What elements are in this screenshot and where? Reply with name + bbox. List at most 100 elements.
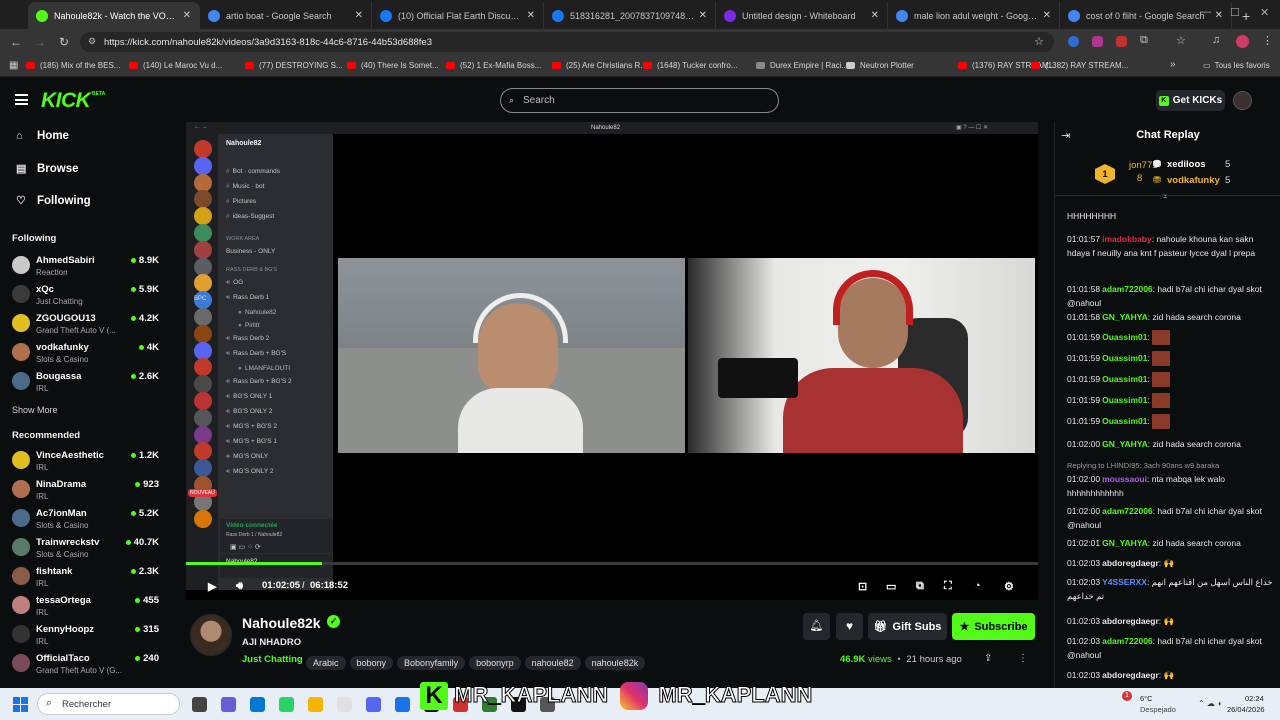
channel-item[interactable]: Trainwreckstv Slots & Casino 40.7K <box>12 536 162 564</box>
subscribe-button[interactable]: ★ Subscribe <box>952 613 1035 640</box>
chat-username[interactable]: Ouassim01 <box>1102 353 1147 363</box>
bookmark-item[interactable]: Neutron Plotter <box>846 61 914 70</box>
chat-username[interactable]: GN_YAHYA <box>1102 538 1148 548</box>
file-explorer-icon[interactable] <box>308 697 323 712</box>
menu-icon[interactable]: ⋮ <box>1262 34 1273 47</box>
bookmark-item[interactable]: (52) 1 Ex-Mafia Boss... <box>446 61 541 70</box>
settings-icon[interactable]: ⚙ <box>1004 580 1014 593</box>
bookmark-star-icon[interactable]: ☆ <box>1034 35 1044 48</box>
bookmark-item[interactable]: (1648) Tucker confro... <box>643 61 737 70</box>
close-tab-icon[interactable]: ✕ <box>871 10 879 21</box>
browser-tab[interactable]: artio boat - Google Search ✕ <box>200 2 372 29</box>
channel-item[interactable]: VinceAesthetic IRL 1.2K <box>12 449 162 477</box>
nav-home[interactable]: ⌂ Home <box>16 130 69 142</box>
weather-temp[interactable]: 6°C <box>1140 694 1153 703</box>
bookmark-item[interactable]: Durex Empire | Raci... <box>756 61 848 70</box>
extensions-puzzle-icon[interactable]: ⧉ <box>1140 34 1148 47</box>
channel-avatar[interactable] <box>190 614 232 656</box>
copilot-icon[interactable] <box>221 697 236 712</box>
extension-icon[interactable] <box>1068 36 1079 47</box>
channel-item[interactable]: AhmedSabiri Reaction 8.9K <box>12 254 162 282</box>
chat-username[interactable]: Ouassim01 <box>1102 395 1147 405</box>
channel-item[interactable]: KennyHoopz IRL 315 <box>12 623 162 651</box>
expand-icon[interactable]: ⩡ <box>1163 192 1168 202</box>
get-kicks-button[interactable]: K Get KICKs <box>1156 90 1225 111</box>
store-icon[interactable] <box>337 697 352 712</box>
media-icon[interactable]: ♫ <box>1212 34 1220 46</box>
favorites-icon[interactable]: ☆ <box>1176 34 1186 47</box>
profile-avatar[interactable] <box>1236 35 1249 48</box>
channel-name[interactable]: Nahoule82k <box>242 615 321 631</box>
bookmark-item[interactable]: (40) There Is Somet... <box>347 61 439 70</box>
channel-item[interactable]: xQc Just Chatting 5.9K <box>12 283 162 311</box>
maximize-icon[interactable]: ☐ <box>1230 6 1240 19</box>
chat-username[interactable]: adam722006 <box>1102 636 1153 646</box>
browser-tab[interactable]: (10) Official Flat Earth Discussio ✕ <box>372 2 544 29</box>
close-tab-icon[interactable]: ✕ <box>1043 10 1051 21</box>
show-more-link[interactable]: Show More <box>12 405 58 415</box>
browser-tab[interactable]: male lion adul weight - Google S ✕ <box>888 2 1060 29</box>
search-input[interactable]: ⌕ Search <box>500 88 779 113</box>
bookmark-item[interactable]: (77) DESTROYING S... <box>245 61 343 70</box>
user-avatar[interactable] <box>1233 91 1252 110</box>
bookmark-item[interactable]: (25) Are Christians R... <box>552 61 647 70</box>
chat-username[interactable]: Ouassim01 <box>1102 416 1147 426</box>
nav-browse[interactable]: ▤ Browse <box>16 162 79 176</box>
bookmark-item[interactable]: (185) Mix of the BES... <box>26 61 120 70</box>
channel-item[interactable]: tessaOrtega IRL 455 <box>12 594 162 622</box>
close-tab-icon[interactable]: ✕ <box>183 10 191 21</box>
minimize-icon[interactable]: — <box>1200 6 1211 18</box>
stream-tag[interactable]: bobony <box>349 656 394 670</box>
chat-username[interactable]: imadokbaby <box>1102 234 1152 244</box>
discord-icon[interactable] <box>366 697 381 712</box>
bookmarks-more-icon[interactable]: » <box>1170 59 1176 70</box>
forward-icon[interactable]: → <box>28 35 52 49</box>
channel-item[interactable]: Bougassa IRL 2.6K <box>12 370 162 398</box>
extension-icon[interactable] <box>1116 36 1127 47</box>
leader-3-name[interactable]: vodkafunky <box>1167 175 1220 186</box>
stream-tag[interactable]: Bobonyfamily <box>397 656 466 670</box>
hamburger-menu-icon[interactable] <box>15 94 28 105</box>
apps-icon[interactable]: ▦ <box>9 60 18 71</box>
channel-item[interactable]: NinaDrama IRL 923 <box>12 478 162 506</box>
speed-icon[interactable]: ◔ <box>974 580 981 592</box>
close-window-icon[interactable]: ✕ <box>1260 6 1269 19</box>
channel-item[interactable]: OfficialTaco Grand Theft Auto V (G... 240 <box>12 652 162 680</box>
browser-tab[interactable]: 518316281_20078371097482647 ✕ <box>544 2 716 29</box>
video-progress-bar[interactable] <box>186 562 1038 565</box>
chat-username[interactable]: abdoregdaegr <box>1102 670 1159 680</box>
bookmark-item[interactable]: (140) Le Maroc Vu d... <box>129 61 222 70</box>
edge-icon[interactable] <box>250 697 265 712</box>
browser-tab[interactable]: Untitled design - Whiteboard ✕ <box>716 2 888 29</box>
share-icon[interactable]: ⇪ <box>984 653 992 664</box>
channel-item[interactable]: ZGOUGOU13 Grand Theft Auto V (... 4.2K <box>12 312 162 340</box>
theater-icon[interactable]: ▭ <box>886 580 896 593</box>
chat-username[interactable]: abdoregdaegr <box>1102 616 1159 626</box>
video-player[interactable]: ← → Nahoule82 ▣ ? — ☐ ✕ Nahoule82 # Bot ·… <box>186 122 1038 600</box>
task-view-icon[interactable] <box>192 697 207 712</box>
chat-username[interactable]: GN_YAHYA <box>1102 439 1148 449</box>
close-tab-icon[interactable]: ✕ <box>355 10 363 21</box>
close-tab-icon[interactable]: ✕ <box>527 10 535 21</box>
channel-item[interactable]: fishtank IRL 2.3K <box>12 565 162 593</box>
windows-start-icon[interactable] <box>13 697 28 712</box>
chat-username[interactable]: Y4SSERXX <box>1102 577 1147 587</box>
nav-following[interactable]: ♡ Following <box>16 194 91 208</box>
stream-tag[interactable]: nahoule82k <box>584 656 646 670</box>
whatsapp-icon[interactable] <box>279 697 294 712</box>
stream-tag[interactable]: bobonyrp <box>469 656 521 670</box>
site-info-icon[interactable]: ⚙ <box>88 36 96 47</box>
gift-subs-button[interactable]: 🎁︎ Gift Subs <box>868 613 947 640</box>
clock-time[interactable]: 02:24 <box>1245 694 1264 703</box>
follow-heart-icon[interactable]: ♥ <box>836 613 863 640</box>
notification-bell-icon[interactable]: 🔔︎ <box>803 613 830 640</box>
close-tab-icon[interactable]: ✕ <box>699 10 707 21</box>
channel-item[interactable]: Ac7ionMan Slots & Casino 5.2K <box>12 507 162 535</box>
chat-username[interactable]: adam722006 <box>1102 506 1153 516</box>
pip-icon[interactable]: ⧉ <box>916 580 924 593</box>
clip-icon[interactable]: ⊡ <box>858 580 867 593</box>
fullscreen-icon[interactable]: ⛶ <box>944 580 952 593</box>
bookmark-item[interactable]: (1382) RAY STREAM... <box>1031 61 1128 70</box>
url-field[interactable]: ⚙ https://kick.com/nahoule82k/videos/3a9… <box>80 32 1054 52</box>
chat-username[interactable]: Ouassim01 <box>1102 374 1147 384</box>
